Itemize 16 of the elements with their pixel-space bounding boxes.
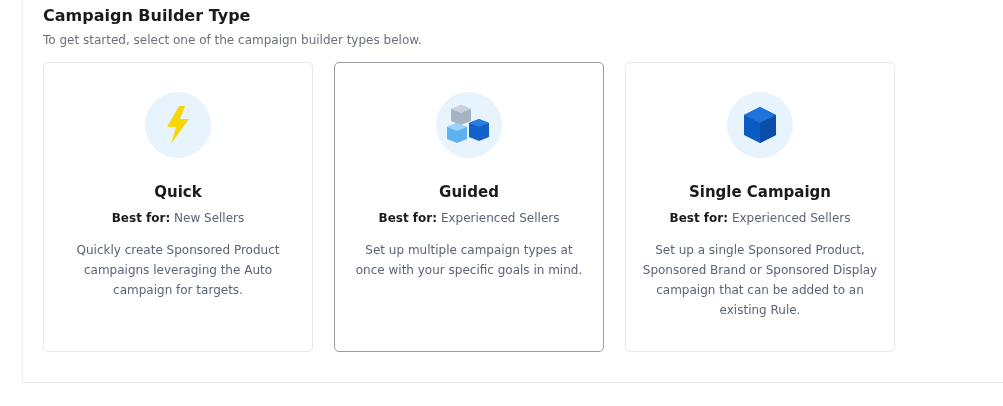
section-subtitle: To get started, select one of the campaign builder types below. — [43, 33, 423, 47]
cube-icon — [744, 107, 776, 143]
best-for-text: Best for: Experienced Sellers — [378, 211, 560, 225]
card-title: Single Campaign — [688, 183, 832, 201]
lightning-bolt-icon — [165, 106, 191, 144]
card-title: Guided — [439, 183, 499, 201]
best-for-text: Best for: Experienced Sellers — [669, 211, 851, 225]
card-description: Set up multiple campaign types at once with your specific goals in mind. — [354, 242, 584, 279]
card-description: Quickly create Sponsored Product campaigns leveraging the Auto campaign for targets. — [75, 242, 281, 299]
card-description: Set up a single Sponsored Product, Sponsored Brand or Sponsored Display campaign that can be added to an existing Rule. — [641, 242, 879, 319]
card-title: Quick — [154, 183, 202, 201]
builder-type-card[interactable]: Guided Best for: Experienced Sellers Set up multiple campaign types at once with your specific goals in mind. — [334, 62, 604, 352]
best-for-text: Best for: New Sellers — [111, 211, 245, 225]
builder-type-card[interactable]: Single Campaign Best for: Experienced Sellers Set up a single Sponsored Product, Sponsored Brand or Sponsored Display campaign that can be added to an existing Rule. — [625, 62, 895, 352]
builder-type-card[interactable]: Quick Best for: New Sellers Quickly create Sponsored Product campaigns leveraging the Auto campaign for targets. — [43, 62, 313, 352]
section-title: Campaign Builder Type — [43, 6, 252, 26]
